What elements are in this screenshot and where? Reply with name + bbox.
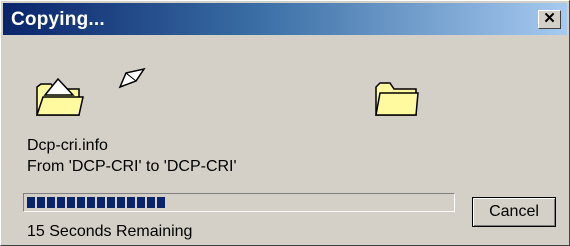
progress-segment (107, 197, 115, 208)
progress-fill (27, 197, 167, 208)
window-title: Copying... (11, 9, 105, 30)
progress-segment (47, 197, 55, 208)
cancel-button[interactable]: Cancel (472, 197, 556, 227)
close-icon: ✕ (543, 10, 556, 27)
progress-segment (97, 197, 105, 208)
close-button[interactable]: ✕ (538, 10, 561, 29)
progress-segment (37, 197, 45, 208)
copy-dialog: Copying... ✕ Dcp-cri.info From 'DCP-CRI'… (0, 0, 570, 246)
progress-segment (57, 197, 65, 208)
progress-segment (27, 197, 35, 208)
copy-route: From 'DCP-CRI' to 'DCP-CRI' (27, 158, 237, 175)
open-folder-icon (35, 77, 84, 116)
progress-segment (87, 197, 95, 208)
title-bar[interactable]: Copying... ✕ (3, 3, 567, 35)
file-name: Dcp-cri.info (27, 137, 108, 154)
progress-segment (127, 197, 135, 208)
progress-segment (117, 197, 125, 208)
flying-paper-icon (118, 67, 146, 89)
progress-segment (77, 197, 85, 208)
time-remaining: 15 Seconds Remaining (27, 223, 193, 240)
progress-segment (157, 197, 165, 208)
progress-bar (23, 193, 455, 212)
progress-segment (147, 197, 155, 208)
folder-icon (375, 82, 419, 116)
progress-segment (67, 197, 75, 208)
progress-segment (137, 197, 145, 208)
